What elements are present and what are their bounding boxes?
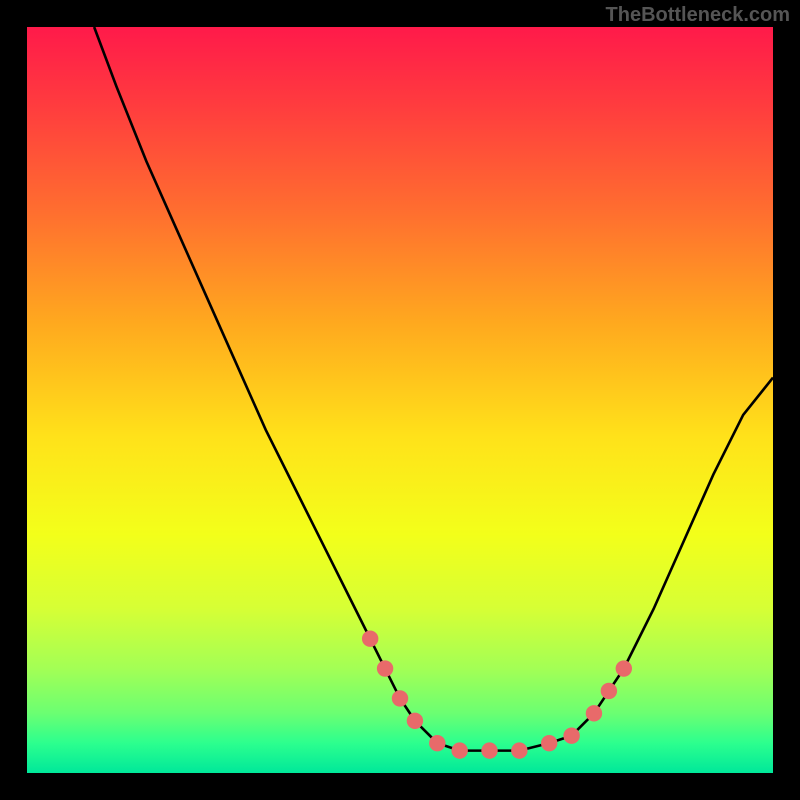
right-curve-path [572, 378, 773, 736]
marker-dot [392, 690, 408, 706]
marker-dot [377, 660, 393, 676]
marker-dot [429, 735, 445, 751]
marker-dot [616, 660, 632, 676]
left-curve-path [94, 27, 437, 743]
marker-dot [362, 631, 378, 647]
marker-dot [451, 742, 467, 758]
marker-dot [481, 742, 497, 758]
marker-dot [407, 713, 423, 729]
marker-dot [586, 705, 602, 721]
curve-group [94, 27, 773, 751]
marker-group [362, 631, 632, 759]
marker-dot [511, 742, 527, 758]
chart-svg [27, 27, 773, 773]
marker-dot [601, 683, 617, 699]
marker-dot [563, 727, 579, 743]
watermark-text: TheBottleneck.com [606, 4, 790, 27]
marker-dot [541, 735, 557, 751]
